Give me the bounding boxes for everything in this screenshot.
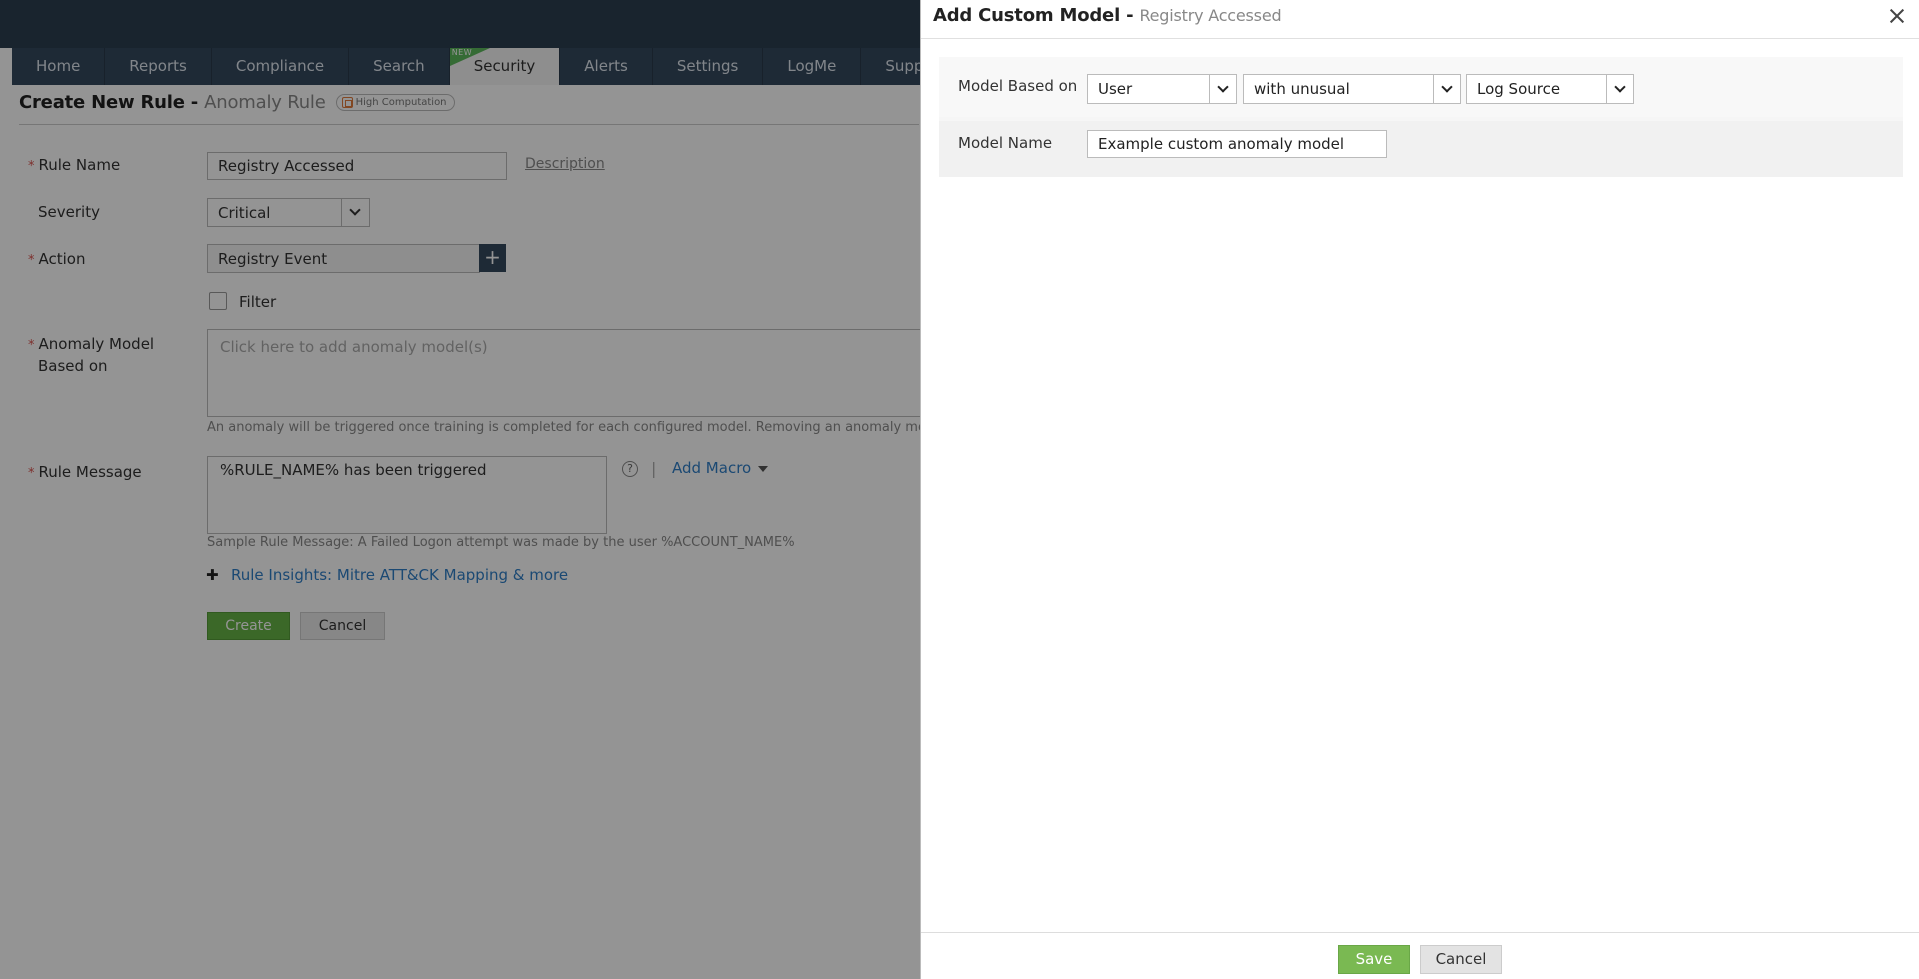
model-based-on-label: Model Based on	[958, 77, 1078, 95]
panel-title-sub: Registry Accessed	[1139, 6, 1282, 25]
select-value: with unusual	[1254, 80, 1350, 98]
panel-footer: Save Cancel	[921, 932, 1919, 979]
chevron-down-icon	[1441, 81, 1453, 93]
select-value: User	[1098, 80, 1133, 98]
panel-header: Add Custom Model - Registry Accessed	[921, 0, 1919, 39]
model-name-input[interactable]: Example custom anomaly model	[1087, 130, 1387, 158]
select-separator	[1209, 75, 1210, 103]
attribute-select[interactable]: Log Source	[1466, 74, 1634, 104]
select-value: Log Source	[1477, 80, 1561, 98]
close-icon[interactable]	[1889, 8, 1905, 24]
save-button[interactable]: Save	[1338, 945, 1410, 974]
panel-title-main: Add Custom Model -	[933, 5, 1140, 26]
cancel-button[interactable]: Cancel	[1420, 945, 1502, 974]
model-name-row: Model Name Example custom anomaly model	[939, 121, 1903, 177]
add-custom-model-panel: Add Custom Model - Registry Accessed Mod…	[920, 0, 1919, 979]
custom-model-form: Model Based on User with unusual Log Sou…	[939, 57, 1903, 177]
select-separator	[1433, 75, 1434, 103]
condition-select[interactable]: with unusual	[1243, 74, 1461, 104]
chevron-down-icon	[1614, 81, 1626, 93]
select-separator	[1606, 75, 1607, 103]
chevron-down-icon	[1217, 81, 1229, 93]
model-based-on-row: Model Based on User with unusual Log Sou…	[939, 57, 1903, 117]
entity-select[interactable]: User	[1087, 74, 1237, 104]
panel-title: Add Custom Model - Registry Accessed	[933, 5, 1282, 26]
model-name-label: Model Name	[958, 134, 1053, 152]
